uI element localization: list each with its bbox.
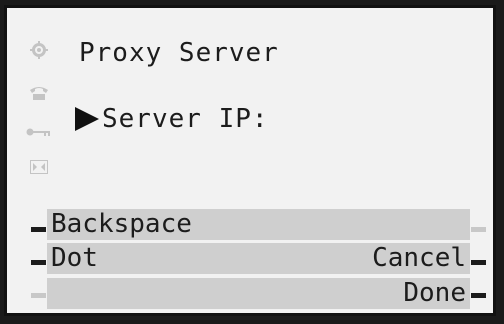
softkey-right-2-indicator	[471, 260, 486, 265]
softkey-row-2: Dot Cancel	[47, 243, 470, 274]
settings-gear-icon	[29, 41, 49, 61]
phone-lcd-display: Proxy Server Server IP: Backspace Dot Ca…	[4, 5, 496, 316]
softkey-dot[interactable]: Dot	[51, 243, 98, 274]
screen-title: Proxy Server	[79, 38, 279, 68]
server-ip-label: Server IP:	[102, 104, 269, 134]
softkey-right-1-indicator	[471, 227, 486, 232]
softkey-left-1-indicator	[31, 227, 46, 232]
softkey-left-3-indicator	[31, 293, 46, 298]
server-ip-input[interactable]	[299, 104, 449, 134]
softkey-right-3-indicator	[471, 293, 486, 298]
softkey-row-3: Done	[47, 278, 470, 309]
selection-arrow-icon	[75, 107, 99, 131]
softkey-done[interactable]: Done	[403, 278, 466, 309]
phone-handset-icon	[29, 85, 49, 105]
softkey-backspace-label: Backspace	[51, 209, 192, 239]
bookmark-icon	[29, 159, 49, 179]
softkey-cancel[interactable]: Cancel	[372, 243, 466, 274]
key-icon	[26, 122, 52, 142]
softkey-left-2-indicator	[31, 260, 46, 265]
softkey-backspace[interactable]: Backspace	[47, 209, 470, 240]
